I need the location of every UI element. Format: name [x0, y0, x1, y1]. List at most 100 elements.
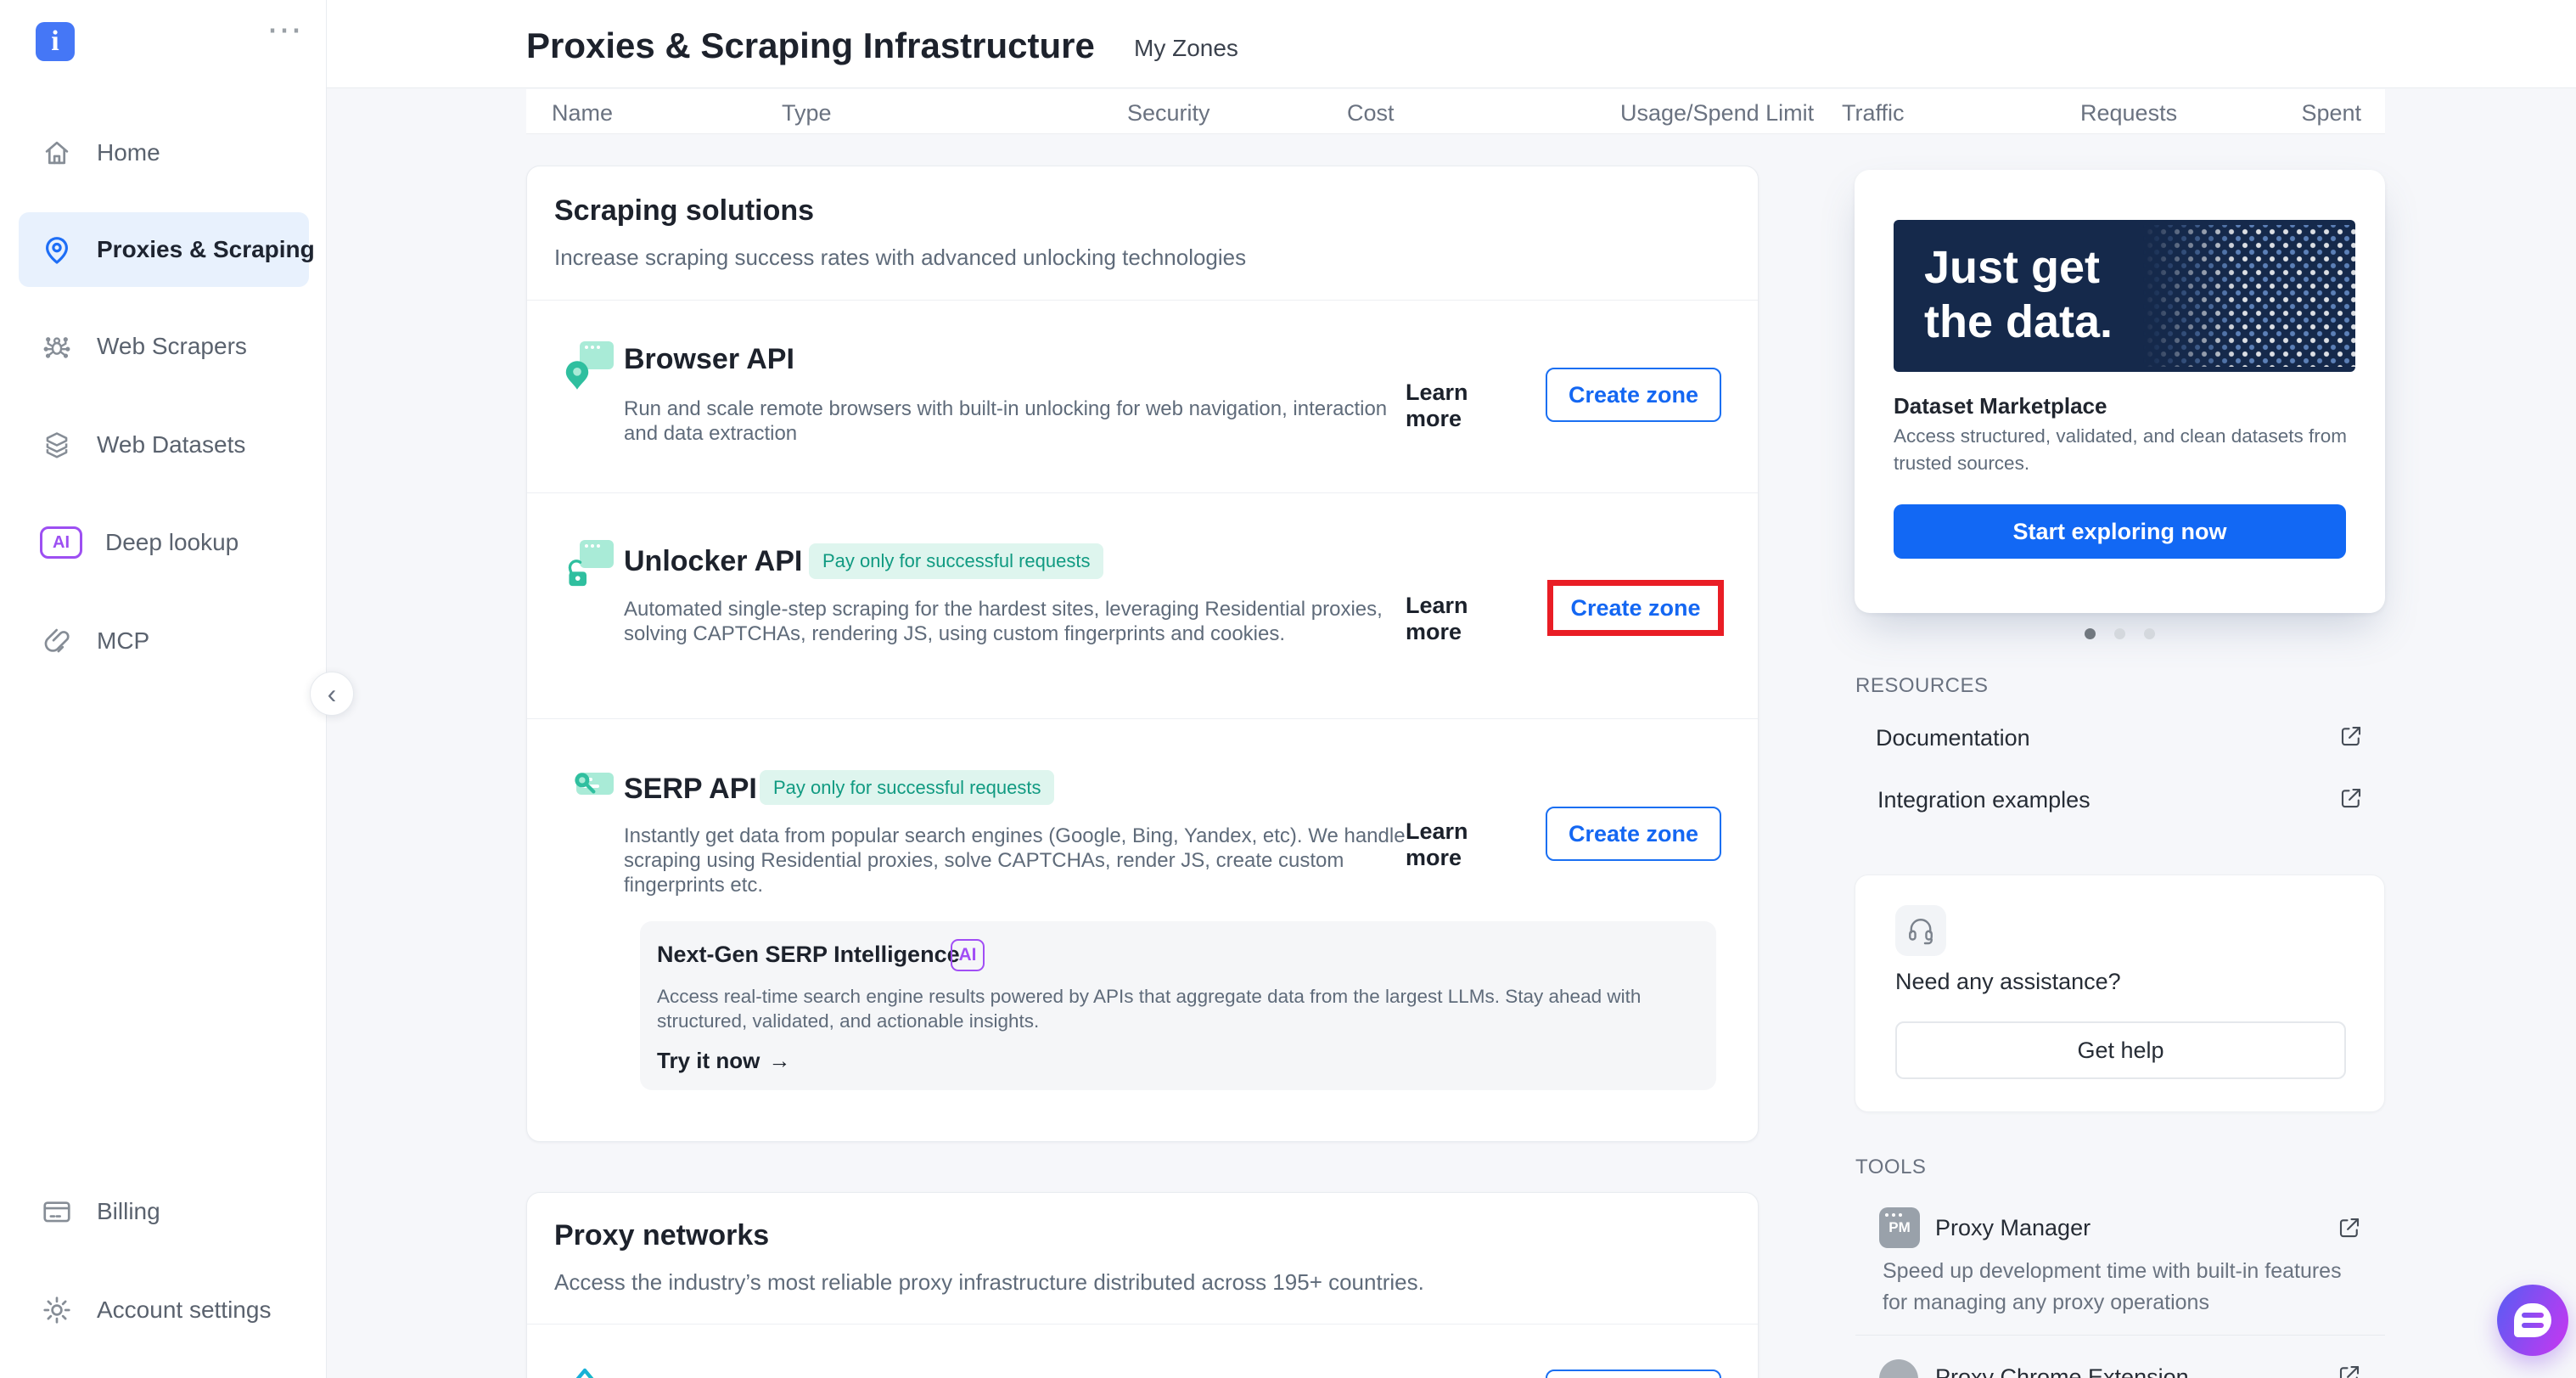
- resource-integration-examples-link[interactable]: Integration examples: [1877, 787, 2091, 813]
- learn-more-link[interactable]: Learn more: [1406, 818, 1524, 871]
- column-requests[interactable]: Requests: [2080, 100, 2177, 127]
- learn-more-link[interactable]: Learn more: [1406, 593, 1524, 645]
- create-zone-button-browser-api[interactable]: Create zone: [1546, 368, 1721, 422]
- card-title: Scraping solutions: [554, 194, 814, 228]
- chat-bubble-icon: [2514, 1303, 2551, 1337]
- banner-image: Just get the data.: [1894, 220, 2355, 372]
- sidebar-item-web-datasets[interactable]: Web Datasets: [0, 411, 327, 479]
- sidebar-item-label: Web Datasets: [97, 431, 245, 458]
- serp-intelligence-promo: Next-Gen SERP Intelligence AI Access rea…: [640, 921, 1716, 1090]
- solution-name: Browser API: [624, 342, 794, 376]
- resources-label: RESOURCES: [1855, 674, 1989, 698]
- sidebar-item-label: Proxies & Scraping: [97, 236, 315, 263]
- promo-card-description: Access structured, validated, and clean …: [1894, 423, 2356, 477]
- ai-badge-icon: AI: [951, 939, 985, 971]
- chrome-extension-icon: [1879, 1359, 1918, 1378]
- brand-logo[interactable]: i: [36, 22, 75, 61]
- paperclip-icon: [40, 624, 74, 658]
- sidebar-item-label: Web Scrapers: [97, 333, 247, 360]
- divider: [527, 300, 1758, 301]
- sidebar-item-label: Account settings: [97, 1296, 271, 1324]
- proxy-chrome-extension-link[interactable]: Proxy Chrome Extension: [1935, 1364, 2189, 1378]
- column-cost[interactable]: Cost: [1347, 100, 1395, 127]
- proxy-manager-link[interactable]: Proxy Manager: [1935, 1215, 2091, 1241]
- resource-documentation-link[interactable]: Documentation: [1876, 725, 2030, 751]
- column-name[interactable]: Name: [552, 100, 613, 127]
- sidebar-item-account-settings[interactable]: Account settings: [0, 1276, 327, 1344]
- home-icon: [40, 136, 74, 170]
- try-it-now-link[interactable]: Try it now→: [657, 1048, 790, 1074]
- ai-badge-icon: AI: [40, 526, 82, 560]
- more-options-icon[interactable]: ⋯: [267, 8, 305, 50]
- column-spent[interactable]: Spent: [2301, 100, 2361, 127]
- solution-description: Run and scale remote browsers with built…: [624, 397, 1422, 446]
- sidebar-item-label: Deep lookup: [105, 529, 239, 556]
- column-type[interactable]: Type: [782, 100, 832, 127]
- browser-api-icon: [564, 341, 614, 391]
- highlight-annotation: Create zone: [1547, 580, 1724, 636]
- network-name: Residential proxies: [624, 1374, 889, 1378]
- sidebar-item-proxies-scraping[interactable]: Proxies & Scraping: [0, 216, 327, 284]
- carousel-dots: [1855, 628, 2385, 644]
- carousel-dot[interactable]: [2144, 628, 2155, 639]
- assistance-card: Need any assistance? Get help: [1855, 875, 2385, 1112]
- carousel-dot[interactable]: [2114, 628, 2125, 639]
- sidebar-item-web-scrapers[interactable]: Web Scrapers: [0, 312, 327, 380]
- carousel-dot[interactable]: [2085, 628, 2096, 639]
- layers-icon: [40, 428, 74, 462]
- top-bar: Proxies & Scraping Infrastructure My Zon…: [327, 0, 2576, 88]
- tools-label: TOOLS: [1855, 1156, 1926, 1179]
- tab-my-zones[interactable]: My Zones: [1134, 35, 1238, 62]
- card-title: Proxy networks: [554, 1219, 769, 1252]
- sidebar-item-mcp[interactable]: MCP: [0, 607, 327, 675]
- card-subtitle: Access the industry’s most reliable prox…: [554, 1269, 1424, 1296]
- solution-name: Unlocker API: [624, 544, 802, 578]
- column-traffic[interactable]: Traffic: [1842, 100, 1905, 127]
- create-zone-button-serp-api[interactable]: Create zone: [1546, 807, 1721, 861]
- external-link-icon[interactable]: [2337, 1215, 2362, 1240]
- arrow-right-icon: →: [768, 1048, 790, 1073]
- create-zone-button-residential[interactable]: Create zone: [1546, 1370, 1721, 1378]
- card-subtitle: Increase scraping success rates with adv…: [554, 245, 1246, 271]
- promo-card-title: Dataset Marketplace: [1894, 393, 2107, 419]
- sidebar-item-billing[interactable]: Billing: [0, 1178, 327, 1246]
- divider: [527, 718, 1758, 719]
- logo-letter: i: [51, 25, 59, 58]
- sidebar-item-deep-lookup[interactable]: AI Deep lookup: [0, 509, 327, 577]
- sidebar: i ⋯ Home Proxies & Scraping Web Scrapers…: [0, 0, 327, 1378]
- promo-description: Access real-time search engine results p…: [657, 984, 1697, 1033]
- promo-title: Next-Gen SERP Intelligence: [657, 942, 960, 968]
- divider: [527, 1324, 1758, 1325]
- scraping-solutions-card: Scraping solutions Increase scraping suc…: [526, 166, 1759, 1142]
- proxy-manager-description: Speed up development time with built-in …: [1883, 1256, 2358, 1319]
- proxy-networks-card: Proxy networks Access the industry’s mos…: [526, 1192, 1759, 1378]
- chat-widget-button[interactable]: [2497, 1285, 2568, 1356]
- dataset-marketplace-card: Just get the data. Dataset Marketplace A…: [1855, 170, 2385, 613]
- column-security[interactable]: Security: [1127, 100, 1210, 127]
- external-link-icon[interactable]: [2338, 785, 2364, 811]
- banner-text: Just get the data.: [1924, 240, 2113, 349]
- pay-per-success-badge: Pay only for successful requests: [760, 770, 1054, 805]
- create-zone-button-unlocker-api[interactable]: Create zone: [1570, 595, 1700, 622]
- external-link-icon[interactable]: [2338, 723, 2364, 749]
- location-pin-icon: [40, 233, 74, 267]
- solution-description: Automated single-step scraping for the h…: [624, 597, 1422, 646]
- pay-per-success-badge: Pay only for successful requests: [809, 543, 1103, 579]
- sidebar-item-label: Billing: [97, 1198, 160, 1225]
- sidebar-item-home[interactable]: Home: [0, 119, 327, 187]
- page-title: Proxies & Scraping Infrastructure: [526, 25, 1095, 66]
- solution-name: SERP API: [624, 772, 757, 806]
- external-link-icon[interactable]: [2337, 1363, 2362, 1378]
- sidebar-collapse-button[interactable]: ‹: [310, 672, 354, 716]
- column-usage-spend-limit[interactable]: Usage/Spend Limit: [1620, 100, 1814, 127]
- residential-proxies-icon: [564, 1368, 614, 1378]
- dot-pattern: [2143, 225, 2355, 367]
- headset-icon: [1895, 905, 1946, 956]
- serp-api-icon: [564, 766, 614, 815]
- credit-card-icon: [40, 1195, 74, 1229]
- get-help-button[interactable]: Get help: [1895, 1021, 2346, 1079]
- start-exploring-button[interactable]: Start exploring now: [1894, 504, 2346, 559]
- learn-more-link[interactable]: Learn more: [1406, 380, 1524, 432]
- proxy-manager-icon: PM: [1879, 1207, 1920, 1248]
- gear-icon: [40, 1293, 74, 1327]
